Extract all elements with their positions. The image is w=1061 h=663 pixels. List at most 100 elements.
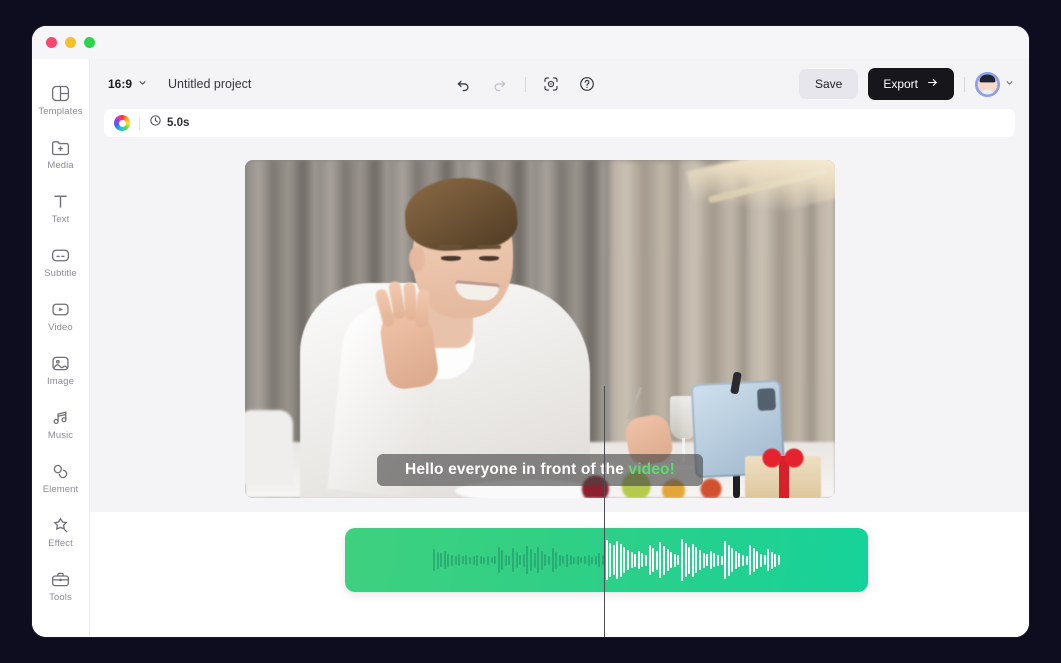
waveform-bar [767,549,770,571]
scene-person-eye-right [479,256,499,261]
duration-control[interactable]: 5.0s [149,114,189,132]
waveform-bar [433,549,435,571]
waveform-bar [756,551,759,569]
waveform-bar [501,550,504,570]
sidebar-item-element[interactable]: Element [32,451,90,505]
waveform-bar [627,550,630,570]
waveform-bar [713,553,716,567]
waveform-bar [616,541,619,579]
sidebar-item-media[interactable]: Media [32,127,90,181]
waveform-bar [680,539,683,581]
waveform-bar [598,553,601,567]
tools-briefcase-icon [50,569,71,590]
waveform-bar [569,555,572,565]
main-area: 16:9 Untitled project Save Export 5.0s H… [90,59,1029,637]
waveform-bar [752,548,755,572]
sidebar-item-label: Subtitle [44,268,77,280]
waveform-bar [508,555,511,565]
undo-icon[interactable] [453,73,475,95]
waveform-bar [537,547,540,573]
waveform-bar [486,555,489,565]
sidebar-item-tools[interactable]: Tools [32,559,90,613]
sidebar-item-image[interactable]: Image [32,343,90,397]
scene-person-brow-right [477,245,501,249]
aspect-ratio-selector[interactable]: 16:9 [108,75,148,93]
toolbar-center-actions [251,73,799,95]
sub-toolbar: 5.0s [104,109,1015,137]
waveform-bar [490,557,493,563]
window-minimize-button[interactable] [65,37,76,48]
waveform-bar [663,545,665,575]
waveform-bar [652,548,655,572]
waveform-bar [548,555,550,565]
waveform-bar [494,556,497,564]
subtitle-text: Hello everyone in front of the video! [405,461,675,478]
project-title[interactable]: Untitled project [168,77,251,91]
left-sidebar: Templates Media Text Subtitle Video Imag… [32,59,90,637]
window-close-button[interactable] [46,37,57,48]
waveform-bar [684,543,687,577]
waveform-bar [716,554,719,566]
sidebar-item-subtitle[interactable]: Subtitle [32,235,90,289]
waveform-bar [558,554,561,566]
waveform-bar [479,556,482,564]
waveform-bar [763,555,766,565]
scene-person-brow-left [438,245,462,249]
sidebar-item-label: Templates [38,106,83,118]
waveform-bar [698,550,701,570]
sidebar-item-label: Element [42,484,79,496]
window-body: Templates Media Text Subtitle Video Imag… [32,59,1029,637]
video-preview[interactable]: Hello everyone in front of the video! [245,160,835,498]
waveform-bar [519,555,522,565]
account-menu[interactable] [975,71,1015,97]
waveform-bar [555,551,558,569]
sidebar-item-templates[interactable]: Templates [32,73,90,127]
scene-chair [245,410,293,484]
chevron-down-icon [1004,75,1015,93]
waveform-bar [440,553,443,567]
waveform[interactable] [345,528,868,592]
waveform-bar [497,547,500,573]
waveform-bar [443,551,446,569]
audio-waveform-clip[interactable] [345,528,868,592]
sidebar-item-text[interactable]: Text [32,181,90,235]
waveform-bar [450,554,453,566]
waveform-bar [634,553,637,567]
waveform-bar [522,553,525,567]
help-question-icon[interactable] [576,73,598,95]
waveform-bar [619,543,622,577]
waveform-bar [533,552,536,568]
waveform-bar [515,552,518,568]
canvas-stage: Hello everyone in front of the video! [90,137,1029,512]
sidebar-item-label: Text [51,214,70,226]
save-button[interactable]: Save [798,69,859,99]
aspect-ratio-value: 16:9 [108,77,133,91]
image-picture-icon [50,353,71,374]
waveform-bar [526,546,529,574]
window-titlebar [32,26,1029,59]
preview-frame-icon[interactable] [540,73,562,95]
subtitle-highlight: video! [628,461,675,478]
subtitle-overlay[interactable]: Hello everyone in front of the video! [377,454,703,486]
waveform-bar [742,554,745,566]
redo-icon[interactable] [489,73,511,95]
text-t-icon [50,191,71,212]
subtitle-prefix: Hello everyone in front of the [405,461,629,478]
waveform-bar [691,543,694,577]
sidebar-item-video[interactable]: Video [32,289,90,343]
waveform-bar [677,555,680,565]
window-maximize-button[interactable] [84,37,95,48]
sidebar-item-music[interactable]: Music [32,397,90,451]
waveform-bar [749,545,752,575]
video-scene [245,160,835,498]
waveform-bar [702,552,705,568]
export-button[interactable]: Export [868,68,954,100]
playhead-line[interactable] [604,386,605,637]
sidebar-item-effect[interactable]: Effect [32,505,90,559]
waveform-bar [472,555,475,565]
color-wheel-icon[interactable] [114,115,130,131]
waveform-bar [774,553,777,567]
scene-person-ear [409,246,425,272]
sidebar-item-label: Music [47,430,74,442]
sidebar-item-label: Image [47,376,74,388]
